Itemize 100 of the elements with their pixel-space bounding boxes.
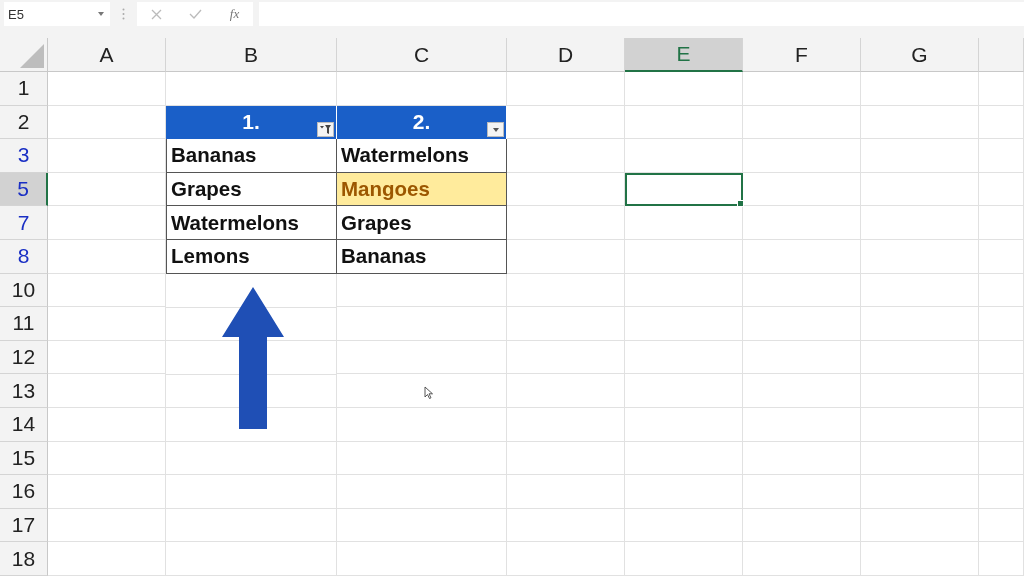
- grid-cell[interactable]: [625, 441, 743, 476]
- grid-cell[interactable]: [625, 206, 743, 240]
- grid-cell[interactable]: [507, 172, 625, 207]
- grid-cell[interactable]: [337, 273, 507, 308]
- grid-cell[interactable]: [507, 340, 625, 375]
- grid-cell[interactable]: [743, 340, 861, 375]
- select-all-icon[interactable]: [20, 44, 44, 68]
- column-header[interactable]: E: [625, 38, 743, 72]
- grid-cell[interactable]: [625, 340, 743, 375]
- fill-handle[interactable]: [737, 200, 744, 208]
- grid-cell[interactable]: [743, 542, 861, 576]
- grid-cell[interactable]: [48, 374, 166, 408]
- grid-cell[interactable]: [337, 508, 507, 543]
- row-header[interactable]: 17: [0, 508, 48, 543]
- grid-cell[interactable]: [48, 273, 166, 308]
- grid-cell[interactable]: [166, 441, 337, 476]
- grid-cell[interactable]: [48, 72, 166, 106]
- grid-cell[interactable]: [861, 374, 979, 408]
- grid-cell[interactable]: [48, 139, 166, 173]
- grid-cell[interactable]: [48, 542, 166, 576]
- grid-cell[interactable]: [625, 374, 743, 408]
- grid-cell[interactable]: [166, 508, 337, 543]
- grid-cell[interactable]: [743, 273, 861, 308]
- row-header[interactable]: 16: [0, 475, 48, 509]
- grid-cell[interactable]: [48, 307, 166, 341]
- column-header[interactable]: G: [861, 38, 979, 72]
- grid-cell[interactable]: [625, 508, 743, 543]
- grid-cell[interactable]: [166, 542, 337, 576]
- column-header[interactable]: [979, 38, 1024, 72]
- active-cell[interactable]: [625, 172, 743, 207]
- grid-cell[interactable]: [743, 475, 861, 509]
- grid-cell[interactable]: [979, 441, 1024, 476]
- row-header[interactable]: 13: [0, 374, 48, 408]
- grid-cell[interactable]: [625, 273, 743, 308]
- column-header[interactable]: C: [337, 38, 507, 72]
- grid-cell[interactable]: [979, 72, 1024, 106]
- grid-cell[interactable]: [48, 239, 166, 274]
- row-header[interactable]: 1: [0, 72, 48, 106]
- grid-cell[interactable]: [861, 542, 979, 576]
- grid-cell[interactable]: [979, 239, 1024, 274]
- row-header[interactable]: 14: [0, 407, 48, 442]
- row-header[interactable]: 15: [0, 441, 48, 476]
- column-header[interactable]: A: [48, 38, 166, 72]
- grid-cell[interactable]: [507, 374, 625, 408]
- grid-cell[interactable]: [625, 542, 743, 576]
- grid-cell[interactable]: [979, 105, 1024, 140]
- grid-cell[interactable]: [861, 139, 979, 173]
- grid-cell[interactable]: [625, 475, 743, 509]
- row-header[interactable]: 5: [0, 172, 48, 207]
- grid-cell[interactable]: [979, 172, 1024, 207]
- grid-cell[interactable]: [979, 508, 1024, 543]
- grid-cell[interactable]: [337, 475, 507, 509]
- row-header[interactable]: 18: [0, 542, 48, 576]
- grid-cell[interactable]: [507, 206, 625, 240]
- grid-cell[interactable]: [337, 441, 507, 476]
- name-box[interactable]: E5: [4, 2, 110, 26]
- grid-cell[interactable]: [337, 72, 507, 106]
- row-header[interactable]: 8: [0, 239, 48, 274]
- grid-cell[interactable]: [743, 374, 861, 408]
- grid-cell[interactable]: [861, 105, 979, 140]
- grid-cell[interactable]: [861, 407, 979, 442]
- grid-cell[interactable]: [979, 374, 1024, 408]
- grid-cell[interactable]: [861, 273, 979, 308]
- grid-cell[interactable]: [861, 307, 979, 341]
- caret-icon[interactable]: [98, 12, 104, 16]
- grid-cell[interactable]: [507, 239, 625, 274]
- grid-cell[interactable]: [507, 441, 625, 476]
- grid-cell[interactable]: [507, 542, 625, 576]
- grid-cell[interactable]: [507, 407, 625, 442]
- grid-cell[interactable]: [743, 139, 861, 173]
- grid-cell[interactable]: [625, 239, 743, 274]
- grid-cell[interactable]: [743, 72, 861, 106]
- row-header[interactable]: 2: [0, 105, 48, 140]
- grid-cell[interactable]: [507, 72, 625, 106]
- grid-cell[interactable]: [979, 307, 1024, 341]
- grid-cell[interactable]: [48, 340, 166, 375]
- grid-cell[interactable]: [979, 340, 1024, 375]
- grid-cell[interactable]: [743, 508, 861, 543]
- grid-cell[interactable]: [743, 206, 861, 240]
- grid-cell[interactable]: [337, 542, 507, 576]
- grid-cell[interactable]: [507, 475, 625, 509]
- check-icon[interactable]: [189, 9, 203, 19]
- grid-cell[interactable]: [507, 105, 625, 140]
- grid-cell[interactable]: [861, 172, 979, 207]
- row-header[interactable]: 12: [0, 340, 48, 375]
- grid-cell[interactable]: [166, 475, 337, 509]
- grid-cell[interactable]: [743, 239, 861, 274]
- filter-button[interactable]: [317, 122, 334, 138]
- row-header[interactable]: 11: [0, 307, 48, 341]
- grid-cell[interactable]: [48, 441, 166, 476]
- grid-cell[interactable]: [979, 206, 1024, 240]
- grid-cell[interactable]: [166, 72, 337, 106]
- row-header[interactable]: 3: [0, 139, 48, 173]
- insert-function-button[interactable]: fx: [229, 6, 240, 22]
- grid-cell[interactable]: [625, 407, 743, 442]
- row-header[interactable]: 7: [0, 206, 48, 240]
- grid-cell[interactable]: [861, 340, 979, 375]
- grid-cell[interactable]: [979, 407, 1024, 442]
- grid-cell[interactable]: [625, 72, 743, 106]
- grid-cell[interactable]: [625, 105, 743, 140]
